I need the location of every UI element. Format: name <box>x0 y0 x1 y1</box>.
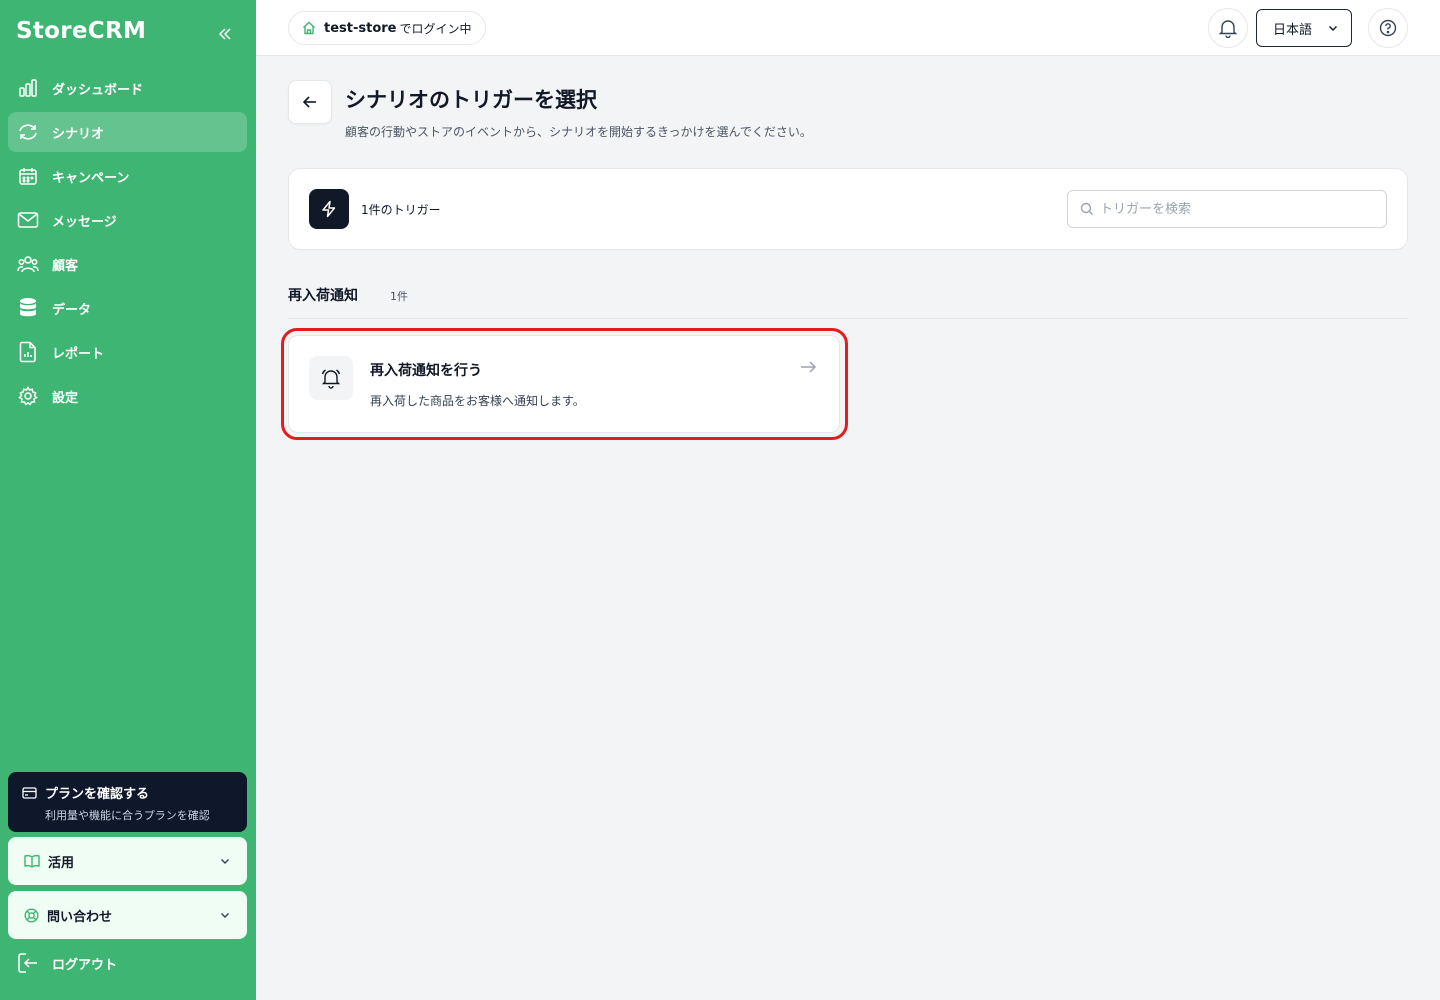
language-select-value: 日本語 <box>1273 22 1313 38</box>
section-count: 1件 <box>390 290 408 303</box>
sidebar-item-label: データ <box>52 302 92 318</box>
credit-card-icon <box>22 786 37 799</box>
sidebar-item-label: レポート <box>52 346 105 362</box>
sidebar-item-label: メッセージ <box>52 214 117 230</box>
sidebar-item-message[interactable]: メッセージ <box>8 200 247 240</box>
trigger-search[interactable] <box>1067 190 1387 228</box>
language-select[interactable]: 日本語 <box>1256 9 1352 47</box>
chevron-down-icon <box>219 855 231 867</box>
sidebar-item-label: ダッシュボード <box>52 82 144 98</box>
page-subtitle: 顧客の行動やストアのイベントから、シナリオを開始するきっかけを選んでください。 <box>345 125 812 139</box>
calendar-icon <box>17 165 39 187</box>
store-login-suffix: でログイン中 <box>399 21 472 36</box>
page-title: シナリオのトリガーを選択 <box>345 88 597 112</box>
sidebar-item-data[interactable]: データ <box>8 288 247 328</box>
gear-icon <box>17 385 39 407</box>
trigger-badge <box>309 189 349 229</box>
database-icon <box>17 297 39 319</box>
top-header: test-store でログイン中 日本語 <box>256 0 1440 56</box>
logout-label: ログアウト <box>52 957 118 973</box>
section-title: 再入荷通知 <box>288 288 358 304</box>
report-file-icon <box>17 341 39 363</box>
help-button[interactable] <box>1368 8 1408 48</box>
bell-ring-icon <box>321 369 341 389</box>
sidebar-item-customers[interactable]: 顧客 <box>8 244 247 284</box>
arrow-left-icon <box>302 96 316 108</box>
section-divider <box>288 318 1408 319</box>
logout-icon <box>17 952 39 974</box>
logout-button[interactable]: ログアウト <box>17 952 117 974</box>
store-indicator[interactable]: test-store でログイン中 <box>288 11 486 45</box>
brand-logo: StoreCRM <box>16 18 147 44</box>
trigger-summary-card: 1件のトリガー <box>288 168 1408 250</box>
users-icon <box>17 253 39 275</box>
store-name: test-store <box>324 20 397 36</box>
sidebar-item-scenario[interactable]: シナリオ <box>8 112 247 152</box>
sidebar: StoreCRM ダッシュボード シナリオ キャンペーン メッセージ 顧客 デー… <box>0 0 256 1000</box>
book-open-icon <box>24 854 40 868</box>
sidebar-item-label: キャンペーン <box>52 170 130 186</box>
sidebar-item-label: 設定 <box>52 390 79 406</box>
chevrons-left-icon <box>218 28 231 40</box>
bell-icon <box>1219 20 1237 38</box>
usage-accordion-label: 活用 <box>48 855 75 871</box>
lifebuoy-icon <box>24 907 39 923</box>
arrow-right-icon <box>799 358 817 376</box>
back-button[interactable] <box>288 80 332 124</box>
plan-card[interactable]: プランを確認する 利用量や機能に合うプランを確認 <box>8 772 247 832</box>
sidebar-item-report[interactable]: レポート <box>8 332 247 372</box>
plan-card-subtitle: 利用量や機能に合うプランを確認 <box>45 809 210 822</box>
sidebar-nav: ダッシュボード シナリオ キャンペーン メッセージ 顧客 データ レポート 設定 <box>8 68 247 420</box>
trigger-card-icon <box>309 356 353 400</box>
lightning-icon <box>322 200 336 218</box>
trigger-search-input[interactable] <box>1100 201 1370 217</box>
contact-accordion-label: 問い合わせ <box>47 909 113 925</box>
plan-card-title: プランを確認する <box>45 787 150 802</box>
sidebar-item-campaign[interactable]: キャンペーン <box>8 156 247 196</box>
help-circle-icon <box>1379 19 1397 37</box>
refresh-icon <box>17 121 39 143</box>
trigger-card-title: 再入荷通知を行う <box>370 363 482 379</box>
usage-accordion[interactable]: 活用 <box>8 837 247 885</box>
sidebar-item-label: 顧客 <box>52 258 79 274</box>
trigger-count: 1件のトリガー <box>361 203 441 217</box>
contact-accordion[interactable]: 問い合わせ <box>8 891 247 939</box>
collapse-sidebar-button[interactable] <box>212 22 238 46</box>
chevron-down-icon <box>1329 26 1337 31</box>
notifications-button[interactable] <box>1208 8 1248 48</box>
mail-icon <box>17 209 39 231</box>
sidebar-item-label: シナリオ <box>52 126 105 142</box>
sidebar-item-settings[interactable]: 設定 <box>8 376 247 416</box>
chevron-down-icon <box>219 909 231 921</box>
bar-chart-icon <box>17 77 39 99</box>
trigger-card-description: 再入荷した商品をお客様へ通知します。 <box>370 394 585 408</box>
home-icon <box>302 21 316 35</box>
search-icon <box>1080 202 1094 216</box>
sidebar-item-dashboard[interactable]: ダッシュボード <box>8 68 247 108</box>
trigger-card-restock[interactable]: 再入荷通知を行う 再入荷した商品をお客様へ通知します。 <box>288 335 840 433</box>
